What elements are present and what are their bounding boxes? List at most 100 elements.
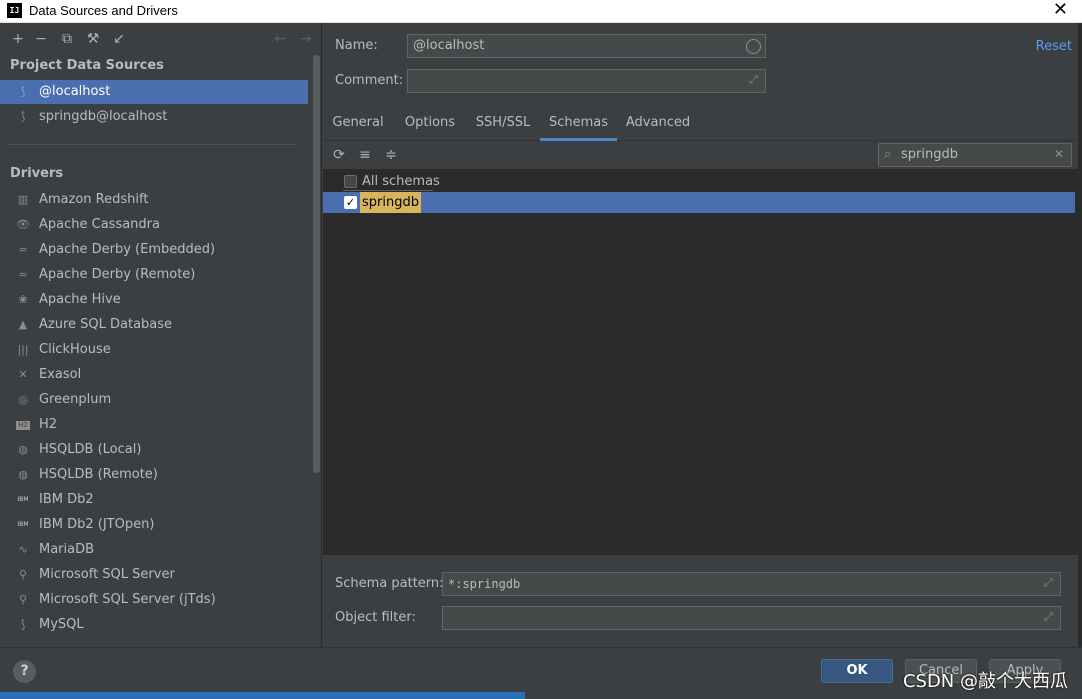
help-button[interactable]: ?	[13, 660, 36, 683]
tab-schemas[interactable]: Schemas	[540, 111, 617, 141]
springdb-checkbox[interactable]: ✓	[344, 196, 357, 209]
copy-icon[interactable]: ⧉	[59, 31, 75, 47]
schema-pattern-field[interactable]: *:springdb ⤢	[442, 572, 1061, 596]
driver-label: HSQLDB (Remote)	[39, 467, 158, 482]
driver-item[interactable]: ◎ Greenplum	[0, 388, 308, 412]
driver-item[interactable]: ▲ Azure SQL Database	[0, 313, 308, 337]
tab-advanced[interactable]: Advanced	[623, 111, 693, 141]
derby-icon: ≈	[18, 268, 28, 281]
driver-label: Apache Derby (Remote)	[39, 267, 196, 282]
mysql-icon: ⟆	[20, 85, 26, 98]
mysql-icon: ⟆	[20, 110, 26, 123]
datasource-label: @localhost	[39, 84, 111, 99]
expand-all-icon[interactable]: ≡	[357, 147, 373, 163]
driver-item[interactable]: ▥ Amazon Redshift	[0, 188, 308, 212]
watermark: CSDN @敲个大西瓜	[902, 671, 1068, 692]
driver-item[interactable]: ≈ Apache Derby (Embedded)	[0, 238, 308, 262]
driver-label: MySQL	[39, 617, 84, 632]
schema-label: springdb	[360, 192, 421, 213]
driver-label: ClickHouse	[39, 342, 111, 357]
driver-item[interactable]: ❀ Apache Hive	[0, 288, 308, 312]
derby-icon: ≈	[18, 243, 28, 256]
hive-icon: ❀	[18, 293, 28, 306]
driver-label: Exasol	[39, 367, 82, 382]
window-title: Data Sources and Drivers	[29, 3, 178, 18]
driver-item[interactable]: IBM IBM Db2 (JTOpen)	[0, 513, 308, 537]
reset-link[interactable]: Reset	[1036, 39, 1072, 54]
driver-label: IBM Db2 (JTOpen)	[39, 517, 155, 532]
wrench-icon[interactable]: ⚒	[85, 31, 101, 47]
expand-icon[interactable]: ⤢	[1044, 577, 1056, 589]
collapse-all-icon[interactable]: ≑	[383, 147, 399, 163]
taskbar-strip	[0, 692, 525, 699]
right-panel: Name: @localhost Reset Comment: ⤢ Genera…	[323, 23, 1082, 647]
driver-label: Microsoft SQL Server	[39, 567, 175, 582]
tab-general[interactable]: General	[327, 111, 389, 141]
section-divider	[8, 144, 296, 145]
color-circle-icon[interactable]	[746, 39, 761, 54]
driver-label: HSQLDB (Local)	[39, 442, 142, 457]
driver-item[interactable]: ≈ Apache Derby (Remote)	[0, 263, 308, 287]
object-filter-label: Object filter:	[335, 610, 416, 625]
left-scrollbar[interactable]	[313, 55, 320, 473]
tab-bar: General Options SSH/SSL Schemas Advanced	[323, 111, 1082, 141]
close-icon[interactable]: ✕	[1053, 0, 1068, 20]
schema-row-all[interactable]: All schemas	[323, 171, 1075, 192]
driver-label: Apache Cassandra	[39, 217, 160, 232]
driver-label: IBM Db2	[39, 492, 94, 507]
expand-icon[interactable]: ⤢	[749, 74, 761, 86]
sqlserver-icon: ⚲	[18, 568, 28, 581]
exasol-icon: ✕	[18, 368, 28, 381]
driver-item[interactable]: 👁 Apache Cassandra	[0, 213, 308, 237]
ok-button[interactable]: OK	[821, 659, 893, 683]
driver-label: H2	[39, 417, 58, 432]
forward-arrow-icon[interactable]: →	[298, 31, 314, 47]
project-sources-title: Project Data Sources	[10, 58, 164, 73]
h2-icon: H2	[16, 421, 30, 430]
driver-item[interactable]: ∿ MariaDB	[0, 538, 308, 562]
clear-icon[interactable]: ✕	[1054, 147, 1064, 161]
schema-search-input[interactable]: ⌕ springdb ✕	[878, 143, 1072, 167]
add-icon[interactable]: +	[10, 31, 26, 47]
driver-label: MariaDB	[39, 542, 95, 557]
name-value: @localhost	[413, 38, 485, 53]
drivers-title: Drivers	[10, 166, 64, 181]
driver-item[interactable]: H2 H2	[0, 413, 308, 437]
refresh-icon[interactable]: ⟳	[331, 147, 347, 163]
row-underline	[343, 190, 433, 191]
driver-label: Amazon Redshift	[39, 192, 149, 207]
object-filter-field[interactable]: ⤢	[442, 606, 1061, 630]
ibm-icon: IBM	[17, 521, 29, 528]
window-edge	[1078, 23, 1082, 647]
intellij-app-icon: IJ	[7, 3, 22, 18]
expand-icon[interactable]: ⤢	[1044, 611, 1056, 623]
datasource-label: springdb@localhost	[39, 109, 168, 124]
schema-row-springdb[interactable]: ✓ springdb	[323, 192, 1075, 213]
driver-label: Apache Hive	[39, 292, 121, 307]
tab-options[interactable]: Options	[399, 111, 461, 141]
search-value: springdb	[901, 147, 958, 162]
import-icon[interactable]: ↙	[111, 31, 127, 47]
tab-ssh-ssl[interactable]: SSH/SSL	[471, 111, 535, 141]
back-arrow-icon[interactable]: ←	[272, 31, 288, 47]
name-field[interactable]: @localhost	[407, 34, 766, 58]
sqlserver-icon: ⚲	[18, 593, 28, 606]
comment-label: Comment:	[335, 73, 404, 88]
driver-label: Greenplum	[39, 392, 112, 407]
all-schemas-checkbox[interactable]	[344, 175, 357, 188]
datasource-item-springdb[interactable]: ⟆ springdb@localhost	[0, 105, 308, 129]
driver-item[interactable]: IBM IBM Db2	[0, 488, 308, 512]
driver-label: Microsoft SQL Server (jTds)	[39, 592, 216, 607]
driver-item[interactable]: ⚲ Microsoft SQL Server	[0, 563, 308, 587]
driver-item[interactable]: ||| ClickHouse	[0, 338, 308, 362]
ibm-icon: IBM	[17, 496, 29, 503]
driver-item[interactable]: ◍ HSQLDB (Local)	[0, 438, 308, 462]
driver-item[interactable]: ⚲ Microsoft SQL Server (jTds)	[0, 588, 308, 612]
datasource-item-localhost[interactable]: ⟆ @localhost	[0, 80, 308, 104]
comment-field[interactable]: ⤢	[407, 69, 766, 93]
driver-item[interactable]: ◍ HSQLDB (Remote)	[0, 463, 308, 487]
remove-icon[interactable]: −	[33, 31, 49, 47]
driver-item[interactable]: ✕ Exasol	[0, 363, 308, 387]
clickhouse-icon: |||	[17, 343, 29, 356]
driver-item[interactable]: ⟆ MySQL	[0, 613, 308, 637]
